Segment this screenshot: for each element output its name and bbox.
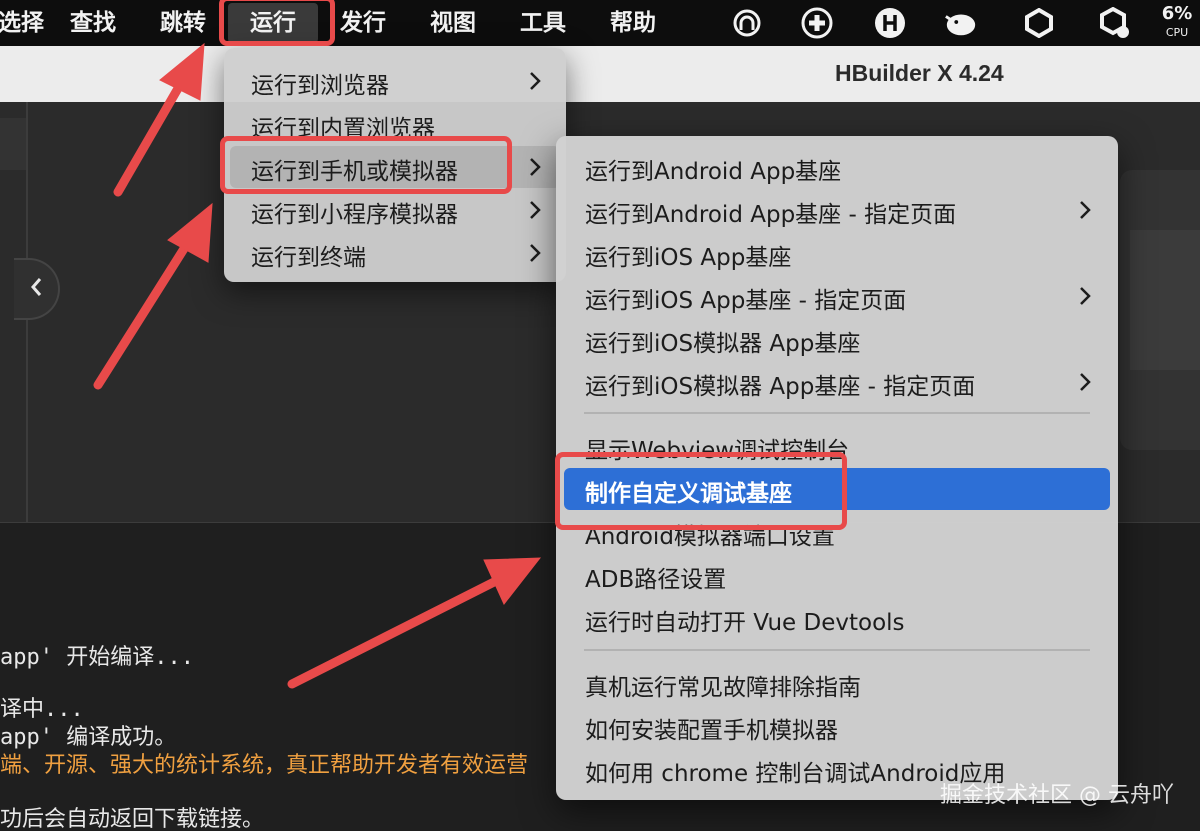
sidebar-strip [0, 118, 26, 170]
menu-separator [584, 649, 1090, 651]
cpu-usage-widget[interactable]: 6% CPU [1158, 2, 1196, 44]
run-ios-base-page-item[interactable]: 运行到iOS App基座 - 指定页面 [564, 275, 1110, 317]
chevron-right-icon [1080, 287, 1091, 305]
menu-item-label: 运行到iOS模拟器 App基座 - 指定页面 [585, 374, 976, 400]
adb-path-settings-item[interactable]: ADB路径设置 [564, 554, 1110, 596]
menu-select[interactable]: 选择 [0, 0, 44, 46]
annotation-box-run-menu [219, 0, 335, 46]
chevron-right-icon [1080, 373, 1091, 391]
menu-help[interactable]: 帮助 [610, 0, 656, 46]
menu-item-label: 运行到终端 [251, 245, 366, 271]
add-circle-icon[interactable] [800, 6, 834, 40]
app-title: HBuilder X 4.24 [835, 60, 1004, 86]
console-line: 功后会自动返回下载链接。 [0, 807, 265, 831]
run-to-terminal-item[interactable]: 运行到终端 [230, 232, 560, 274]
headphones-icon[interactable] [730, 6, 764, 40]
menu-view[interactable]: 视图 [430, 0, 476, 46]
run-ios-simulator-base-page-item[interactable]: 运行到iOS模拟器 App基座 - 指定页面 [564, 361, 1110, 403]
cpu-label: CPU [1165, 26, 1189, 39]
menu-separator [584, 412, 1090, 414]
console-line: 译中... [0, 697, 84, 722]
menu-item-label: 如何安装配置手机模拟器 [585, 718, 838, 744]
chevron-left-icon [28, 276, 44, 302]
menu-item-label: 运行到小程序模拟器 [251, 202, 458, 228]
menu-item-label: 运行时自动打开 Vue Devtools [585, 610, 905, 636]
run-to-browser-item[interactable]: 运行到浏览器 [230, 60, 560, 102]
menu-item-label: 运行到iOS App基座 [585, 245, 792, 271]
menu-item-label: 运行到Android App基座 [585, 159, 842, 185]
run-ios-simulator-base-item[interactable]: 运行到iOS模拟器 App基座 [564, 318, 1110, 360]
menu-publish[interactable]: 发行 [340, 0, 386, 46]
chevron-right-icon [530, 244, 541, 262]
cpu-percent: 6% [1161, 3, 1193, 24]
menu-item-label: 运行到iOS App基座 - 指定页面 [585, 288, 907, 314]
console-line: 端、开源、强大的统计系统，真正帮助开发者有效运营 [0, 753, 529, 778]
troubleshooting-guide-item[interactable]: 真机运行常见故障排除指南 [564, 662, 1110, 704]
install-emulator-guide-item[interactable]: 如何安装配置手机模拟器 [564, 705, 1110, 747]
run-android-base-page-item[interactable]: 运行到Android App基座 - 指定页面 [564, 189, 1110, 231]
run-to-miniprogram-item[interactable]: 运行到小程序模拟器 [230, 189, 560, 231]
menu-item-label: 运行到Android App基座 - 指定页面 [585, 202, 957, 228]
console-line: app' 编译成功。 [0, 725, 177, 750]
hexagon-clock-icon[interactable] [1098, 6, 1132, 40]
menu-find[interactable]: 查找 [70, 0, 116, 46]
menu-item-label: 真机运行常见故障排除指南 [585, 675, 861, 701]
chevron-right-icon [530, 72, 541, 90]
bird-icon[interactable] [944, 6, 978, 40]
run-android-base-item[interactable]: 运行到Android App基座 [564, 146, 1110, 188]
hexagon-icon[interactable] [1022, 6, 1056, 40]
chevron-right-icon [1080, 201, 1091, 219]
menu-item-label: ADB路径设置 [585, 567, 727, 593]
hbuilder-h-icon[interactable] [873, 6, 907, 40]
menu-item-label: 运行到浏览器 [251, 73, 389, 99]
menu-goto[interactable]: 跳转 [160, 0, 206, 46]
menu-tools[interactable]: 工具 [520, 0, 566, 46]
welcome-background-logo [1130, 230, 1200, 370]
macos-menu-bar: 选择 查找 跳转 运行 发行 视图 工具 帮助 6% CPU [0, 0, 1200, 46]
chevron-right-icon [530, 201, 541, 219]
watermark: 掘金技术社区 @ 云舟吖 [940, 783, 1174, 808]
console-line: app' 开始编译... [0, 645, 194, 670]
annotation-box-custom-base [555, 452, 847, 530]
menu-item-label: 运行到iOS模拟器 App基座 [585, 331, 861, 357]
run-ios-base-item[interactable]: 运行到iOS App基座 [564, 232, 1110, 274]
auto-open-vue-devtools-item[interactable]: 运行时自动打开 Vue Devtools [564, 597, 1110, 639]
window-title-bar: HBuilder X 4.24 [0, 46, 1200, 102]
chevron-right-icon [530, 158, 541, 176]
annotation-box-phone-emulator [220, 136, 512, 194]
